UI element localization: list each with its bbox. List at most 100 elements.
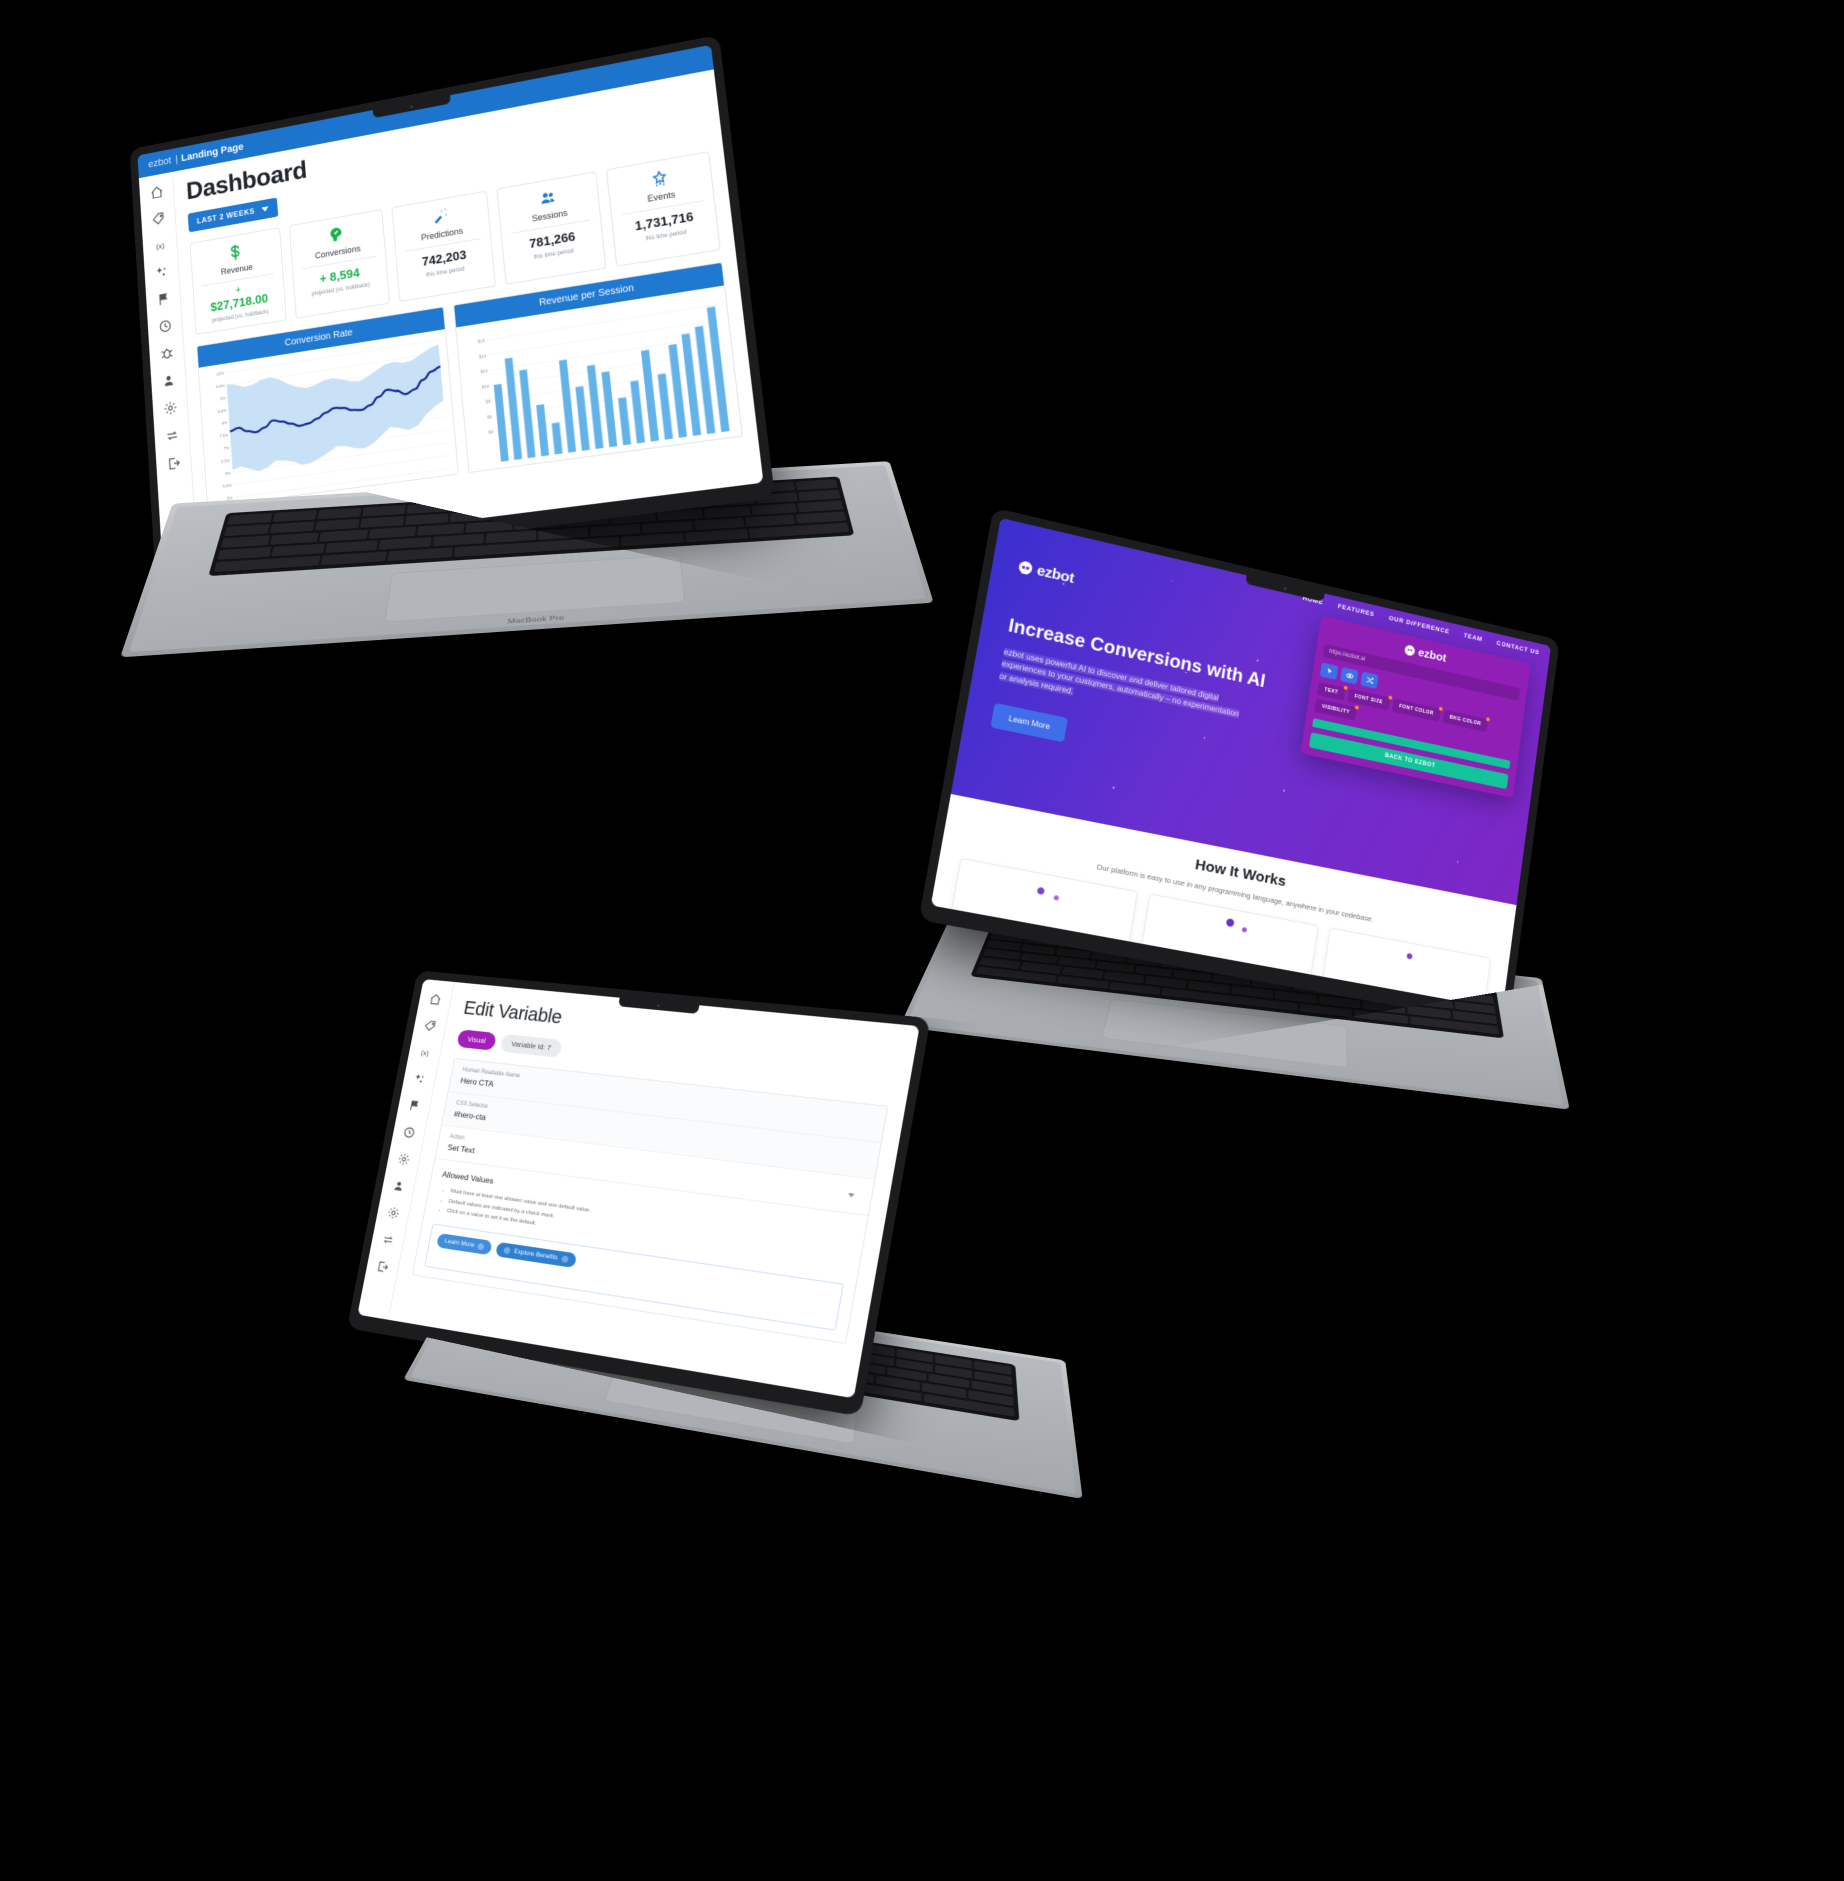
svg-text:$14: $14 <box>479 353 487 359</box>
chip-text[interactable]: TEXT <box>1316 681 1346 701</box>
nav-item-team[interactable]: TEAM <box>1463 633 1483 644</box>
metric-value: 742,203 <box>421 247 467 269</box>
metric-prefix: + <box>235 284 242 297</box>
chip-bkg-color[interactable]: BKG COLOR <box>1442 709 1489 733</box>
chat-bubble-icon <box>1404 643 1416 657</box>
nav-item-contact-us[interactable]: CONTACT US <box>1496 640 1540 656</box>
metric-card-sessions[interactable]: Sessions 781,266 this time period <box>496 171 607 285</box>
device-brand: MacBook Pro <box>507 614 565 626</box>
variable-form: Human Readable Name Hero CTA CSS Selecto… <box>411 1057 889 1345</box>
svg-text:x: x <box>445 208 447 212</box>
screen-landing: HOME FEATURES OUR DIFFERENCE TEAM CONTAC… <box>930 517 1551 1010</box>
settings-icon[interactable] <box>386 1205 401 1220</box>
scene-root: MacBook Pro ezbot | Landing Page (x) Das… <box>0 0 1844 1881</box>
conversion-icon <box>294 218 380 251</box>
metric-card-predictions[interactable]: xxx Predictions 742,203 this time period <box>390 190 497 303</box>
svg-text:5.5%: 5.5% <box>223 483 233 489</box>
swap-icon[interactable] <box>380 1232 395 1247</box>
chip-font-color[interactable]: FONT COLOR <box>1391 698 1441 722</box>
camera-notch <box>618 997 700 1014</box>
svg-text:8.5%: 8.5% <box>218 408 228 414</box>
pointer-icon[interactable] <box>1319 662 1339 681</box>
variable-icon[interactable]: (x) <box>153 237 168 254</box>
chip-visibility[interactable]: VISIBILITY <box>1314 698 1358 721</box>
metric-sub: this time period <box>426 266 465 279</box>
metric-card-events[interactable]: Events 1,731,716 this time period <box>606 151 721 267</box>
swap-icon[interactable] <box>164 427 179 444</box>
svg-text:$6: $6 <box>487 414 493 420</box>
metric-label: Predictions <box>420 225 464 243</box>
home-icon[interactable] <box>149 184 163 201</box>
sparkle-icon[interactable] <box>154 264 169 281</box>
webcam-icon <box>656 1004 661 1008</box>
page-title: Edit Variable <box>461 998 564 1029</box>
chart-panel-conversion-rate: Conversion Rate 10% 9.5% 9% 8.5% 8% 7.5% 7% 6.5… <box>196 306 459 508</box>
circle-icon <box>560 1255 569 1264</box>
metric-card-revenue[interactable]: Revenue + $27,718.00 projected (vs. hold… <box>189 227 287 335</box>
eye-icon[interactable] <box>1339 666 1359 685</box>
nav-item-our-difference[interactable]: OUR DIFFERENCE <box>1388 615 1449 635</box>
history-icon[interactable] <box>402 1125 417 1139</box>
svg-text:$12: $12 <box>480 368 488 374</box>
tag-icon[interactable] <box>151 211 166 228</box>
divider <box>202 273 274 287</box>
allowed-value-learn-more[interactable]: Learn More <box>436 1233 493 1256</box>
person-icon[interactable] <box>161 372 176 389</box>
metric-value: + 8,594 <box>319 265 361 286</box>
nav-item-features[interactable]: FEATURES <box>1337 603 1375 618</box>
svg-text:$8: $8 <box>485 398 491 404</box>
app-brand: ezbot <box>147 155 172 171</box>
date-range-label: LAST 2 WEEKS <box>196 207 256 226</box>
bug-icon[interactable] <box>159 345 174 362</box>
visual-editor-widget: ezbot https://ezbot.ai TEXT FONT SIZE FO… <box>1300 615 1531 799</box>
svg-text:8%: 8% <box>222 420 228 426</box>
topbar-page-name: Landing Page <box>180 141 244 164</box>
history-icon[interactable] <box>158 318 173 335</box>
chart-body-revenue-per-session: $16 $14 $12 $10 $8 $6 $4 <box>456 285 742 472</box>
check-icon <box>503 1246 512 1255</box>
laptop-dashboard: MacBook Pro ezbot | Landing Page (x) Das… <box>100 34 934 750</box>
webcam-icon <box>410 105 414 109</box>
back-to-ezbot-button[interactable]: BACK TO EZBOT <box>1308 732 1509 790</box>
date-range-button[interactable]: LAST 2 WEEKS <box>187 197 279 233</box>
webcam-icon <box>1283 586 1287 591</box>
chart-body-conversion-rate: 10% 9.5% 9% 8.5% 8% 7.5% 7% 6.5% 6% 5.5% 5% <box>198 329 458 507</box>
widget-url-field[interactable]: https://ezbot.ai <box>1322 643 1521 701</box>
dollar-icon <box>194 236 277 268</box>
svg-text:9.5%: 9.5% <box>216 383 226 389</box>
chart-title: Conversion Rate <box>197 307 445 368</box>
svg-text:$4: $4 <box>488 429 494 435</box>
logout-icon[interactable] <box>375 1259 390 1274</box>
allowed-value-explore-benefits[interactable]: Explore Benefits <box>495 1241 577 1269</box>
trackpad[interactable] <box>385 554 685 623</box>
svg-text:x: x <box>445 212 447 216</box>
person-icon[interactable] <box>391 1179 406 1194</box>
home-icon[interactable] <box>428 993 443 1007</box>
widget-accent-bar <box>1312 718 1511 770</box>
svg-text:$10: $10 <box>482 383 490 389</box>
chip-font-size[interactable]: FONT SIZE <box>1347 688 1390 711</box>
widget-logo: ezbot <box>1326 625 1523 682</box>
gear-icon[interactable] <box>396 1152 411 1167</box>
metric-sub: projected (vs. holdback) <box>311 282 371 298</box>
metric-card-conversions[interactable]: Conversions + 8,594 projected (vs. holdb… <box>288 209 390 319</box>
dashboard-main: Dashboard LAST 2 WEEKS Revenue + $27,718… <box>173 69 764 554</box>
camera-notch <box>372 95 451 119</box>
svg-text:6.5%: 6.5% <box>221 458 231 464</box>
variable-icon[interactable]: (x) <box>417 1046 432 1060</box>
shuffle-icon[interactable] <box>1360 671 1379 689</box>
chevron-down-icon <box>261 206 270 213</box>
metric-label: Conversions <box>314 243 361 261</box>
flag-icon[interactable] <box>156 291 171 308</box>
sidebar-rail: (x) <box>138 171 198 559</box>
flag-icon[interactable] <box>407 1099 422 1113</box>
tag-icon[interactable] <box>422 1019 437 1033</box>
gear-icon[interactable] <box>163 400 178 417</box>
status-badge-visual: Visual <box>456 1029 498 1051</box>
svg-text:7.5%: 7.5% <box>219 433 229 439</box>
sparkle-icon[interactable] <box>412 1072 427 1086</box>
logout-icon[interactable] <box>166 455 181 472</box>
metric-label: Revenue <box>220 262 253 277</box>
svg-text:7%: 7% <box>223 445 229 451</box>
nav-item-home[interactable]: HOME <box>1302 595 1324 606</box>
